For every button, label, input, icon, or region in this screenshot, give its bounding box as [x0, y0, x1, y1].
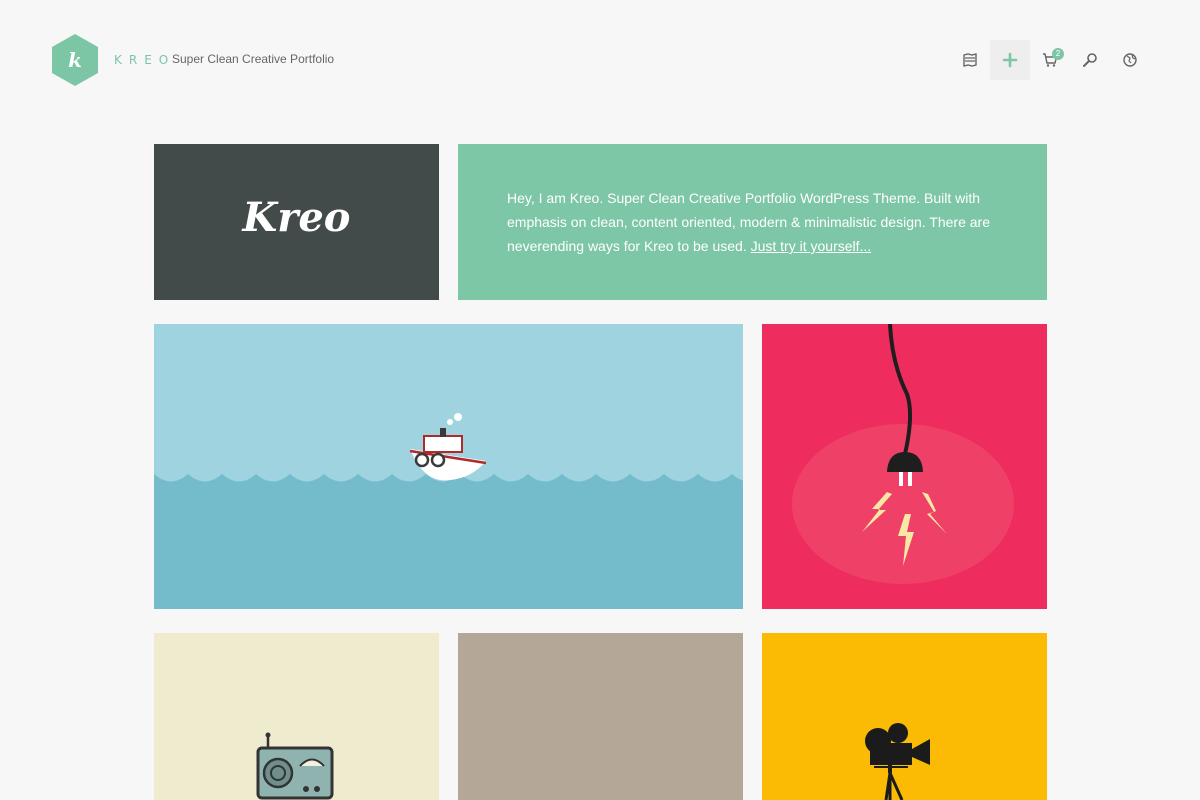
add-button[interactable]	[990, 40, 1030, 80]
map-icon	[963, 53, 977, 67]
plug-illustration	[792, 324, 1014, 584]
intro-text-block: Hey, I am Kreo. Super Clean Creative Por…	[507, 186, 997, 258]
boat-illustration	[154, 413, 743, 609]
brand-name[interactable]: KREO	[114, 53, 175, 67]
header-nav: 2	[950, 40, 1150, 80]
portfolio-item-plug[interactable]	[762, 324, 1047, 609]
logo-letter: k	[68, 48, 82, 72]
title-tile[interactable]: Kreo	[154, 144, 439, 300]
plus-icon	[1002, 52, 1018, 68]
intro-tile: Hey, I am Kreo. Super Clean Creative Por…	[458, 144, 1047, 300]
cart-count-badge: 2	[1052, 48, 1064, 60]
search-icon	[1083, 53, 1097, 67]
site-tagline: Super Clean Creative Portfolio	[172, 52, 335, 66]
cart-button[interactable]: 2	[1030, 40, 1070, 80]
globe-icon	[1123, 53, 1137, 67]
portfolio-item-blank[interactable]	[458, 633, 743, 800]
search-button[interactable]	[1070, 40, 1110, 80]
title-tile-heading: Kreo	[242, 194, 351, 241]
map-button[interactable]	[950, 40, 990, 80]
portfolio-item-camera[interactable]	[762, 633, 1047, 800]
try-it-link[interactable]: Just try it yourself...	[751, 238, 872, 254]
radio-illustration	[256, 732, 334, 800]
language-button[interactable]	[1110, 40, 1150, 80]
intro-text: Hey, I am Kreo. Super Clean Creative Por…	[507, 190, 990, 254]
logo-hexagon-icon: k	[52, 34, 98, 86]
camera-illustration	[865, 723, 930, 800]
portfolio-item-boat[interactable]	[154, 324, 743, 609]
portfolio-item-radio[interactable]	[154, 633, 439, 800]
boat-icon	[409, 413, 487, 481]
